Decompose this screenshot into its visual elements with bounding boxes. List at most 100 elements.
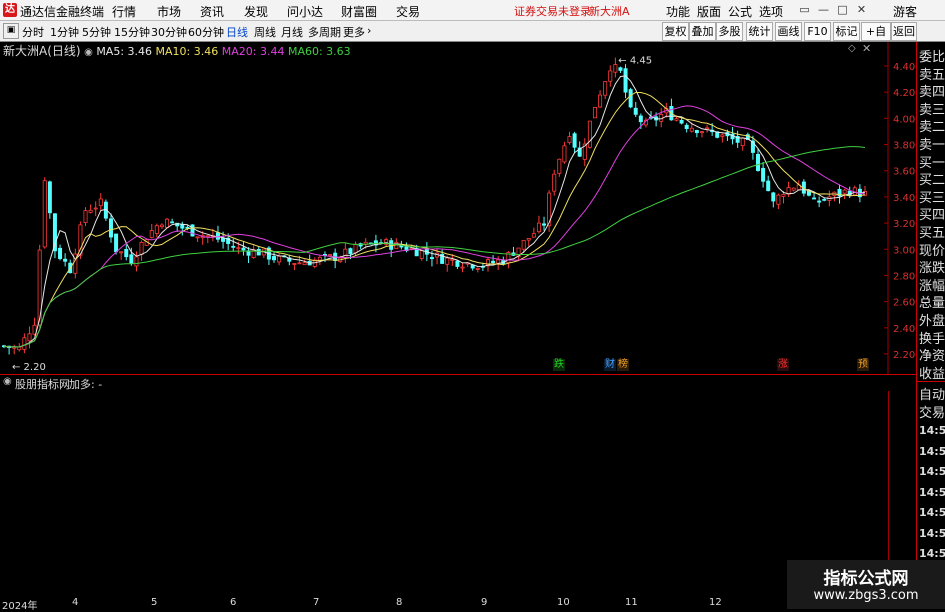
y-tick-label: 2.80 <box>893 271 915 282</box>
tab-auto[interactable]: 自动 <box>919 384 945 403</box>
btn-mark[interactable]: 标记 <box>833 22 860 41</box>
candle-body <box>526 238 531 241</box>
menu-formula[interactable]: 公式 <box>728 3 752 20</box>
indicator-panel[interactable] <box>0 391 916 596</box>
candle-body <box>720 134 725 137</box>
candle-body <box>348 248 353 254</box>
app-title: 通达信金融终端 <box>20 5 105 19</box>
menu-assistant[interactable]: 问小达 <box>287 3 323 20</box>
close-icon[interactable]: ✕ <box>854 2 869 17</box>
candle-body <box>154 225 159 234</box>
user-guest[interactable]: 游客 <box>893 3 917 20</box>
candle-body <box>684 124 689 129</box>
event-marker-drop[interactable]: 跌 <box>553 359 565 371</box>
period-daily[interactable]: 日线 <box>226 24 248 40</box>
chevron-right-icon[interactable]: › <box>367 24 371 37</box>
period-15min[interactable]: 15分钟 <box>114 24 150 40</box>
period-1min[interactable]: 1分钟 <box>50 24 79 40</box>
kline-chart-area[interactable]: 新大洲A(日线) ◉ MA5: 3.46 MA10: 3.46 MA20: 3.… <box>0 42 916 374</box>
period-30min[interactable]: 30分钟 <box>151 24 187 40</box>
period-monthly[interactable]: 月线 <box>281 24 303 40</box>
y-tick-label: 4.00 <box>893 114 915 125</box>
side-item-5: 卖一 <box>919 138 945 153</box>
date-label-may: 5 <box>151 597 158 608</box>
y-tick-label: 3.60 <box>893 167 915 178</box>
date-label-dec: 12 <box>709 597 722 608</box>
period-60min[interactable]: 60分钟 <box>188 24 224 40</box>
candle-body <box>419 250 424 259</box>
candle-body <box>63 258 68 262</box>
candle-body <box>302 262 307 266</box>
menu-news[interactable]: 资讯 <box>200 3 224 20</box>
candle-body <box>353 243 358 254</box>
btn-back[interactable]: 返回 <box>891 22 917 41</box>
tick-time-0: 14:56 <box>919 424 945 437</box>
candle-body <box>521 239 526 250</box>
maximize-icon[interactable]: □ <box>835 2 850 17</box>
btn-draw[interactable]: 画线 <box>775 22 802 41</box>
menu-wealth[interactable]: 财富圈 <box>341 3 377 20</box>
indicator-settings-icon[interactable]: ◉ <box>3 376 12 387</box>
candle-body <box>613 64 618 73</box>
side-item-14: 总量 <box>919 296 945 312</box>
minimize-icon[interactable]: — <box>816 2 831 17</box>
candle-body <box>292 263 297 265</box>
candle-body <box>842 189 847 194</box>
candle-body <box>98 198 103 207</box>
y-tick-label: 2.20 <box>893 350 915 361</box>
side-item-12: 涨跌 <box>919 261 945 277</box>
btn-add-favorite[interactable]: +自选 <box>861 22 891 55</box>
btn-f10[interactable]: F10 <box>804 22 831 41</box>
event-marker-ranking[interactable]: 榜 <box>617 359 629 371</box>
candle-body <box>628 89 633 108</box>
candle-body <box>124 249 129 258</box>
date-label-sep: 9 <box>481 597 488 608</box>
menu-trade[interactable]: 交易 <box>396 3 420 20</box>
period-timeshare[interactable]: 分时 <box>22 24 44 40</box>
btn-multi-stock[interactable]: 多股 <box>716 22 743 41</box>
menu-discover[interactable]: 发现 <box>244 3 268 20</box>
btn-stats[interactable]: 统计 <box>746 22 773 41</box>
candle-body <box>42 180 47 248</box>
candle-body <box>542 223 547 226</box>
period-more[interactable]: 更多 <box>343 24 365 40</box>
candle-body <box>22 337 27 350</box>
menu-dropdown-icon[interactable]: ▭ <box>797 2 812 17</box>
btn-overlay[interactable]: 叠加 <box>689 22 716 41</box>
date-label-nov: 11 <box>625 597 638 608</box>
toolbar-collapse-icon[interactable]: ▣ <box>3 23 19 39</box>
candle-body <box>557 158 562 174</box>
tab-trade[interactable]: 交易 <box>919 402 945 421</box>
candle-body <box>679 119 684 124</box>
menu-layout[interactable]: 版面 <box>697 3 721 20</box>
btn-adjust[interactable]: 复权 <box>662 22 689 41</box>
event-marker-rise[interactable]: 涨 <box>777 359 789 371</box>
event-marker-forecast[interactable]: 预 <box>857 359 869 371</box>
menu-market[interactable]: 市场 <box>157 3 181 20</box>
tick-time-4: 14:56 <box>919 506 945 519</box>
menu-options[interactable]: 选项 <box>759 3 783 20</box>
period-multi[interactable]: 多周期 <box>308 24 341 40</box>
candle-body <box>114 233 119 253</box>
menu-function[interactable]: 功能 <box>666 3 690 20</box>
period-weekly[interactable]: 周线 <box>254 24 276 40</box>
trade-login-notice[interactable]: 证券交易未登录 <box>514 3 591 19</box>
period-toolbar: ▣ 分时 1分钟 5分钟 15分钟 30分钟 60分钟 日线 周线 月线 多周期… <box>0 21 945 55</box>
menu-quotes[interactable]: 行情 <box>112 3 136 20</box>
candle-body <box>88 209 93 213</box>
side-item-0: 委比 <box>919 50 945 65</box>
indicator-title[interactable]: 股朋指标网 <box>15 376 70 392</box>
event-marker-finance[interactable]: 财 <box>604 359 616 371</box>
date-label-apr: 4 <box>72 597 79 608</box>
side-item-15: 外盘 <box>919 314 945 329</box>
candle-body <box>756 153 761 171</box>
side-item-3: 卖三 <box>919 102 945 118</box>
candle-body <box>562 145 567 163</box>
side-item-18: 收益 <box>919 366 945 382</box>
candle-body <box>429 257 434 260</box>
tick-time-3: 14:56 <box>919 485 945 499</box>
candle-body <box>761 167 766 182</box>
period-5min[interactable]: 5分钟 <box>82 24 111 40</box>
candle-body <box>108 218 113 238</box>
side-item-6: 买一 <box>919 155 945 171</box>
